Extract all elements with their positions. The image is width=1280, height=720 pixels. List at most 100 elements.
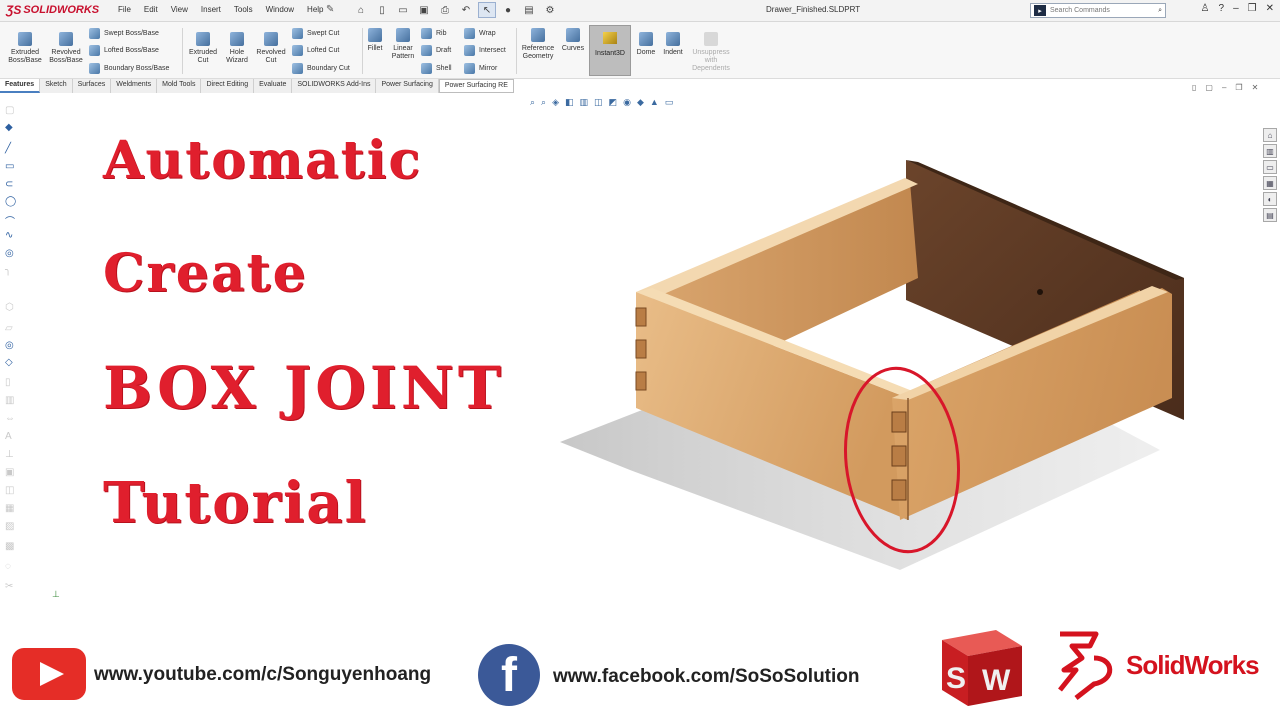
design-library-icon[interactable]: ▥: [1263, 144, 1277, 158]
lofted-cut-button[interactable]: Lofted Cut: [292, 45, 339, 56]
unsuppress-with-dependents-button[interactable]: Unsuppress with Dependents: [688, 32, 734, 73]
tab-weldments[interactable]: Weldments: [111, 79, 158, 93]
indent-button[interactable]: Indent: [660, 32, 686, 57]
open-folder-icon[interactable]: ▭: [394, 2, 412, 18]
intersect-button[interactable]: Intersect: [464, 45, 506, 56]
menu-insert[interactable]: Insert: [201, 5, 221, 14]
trim-icon[interactable]: ✂: [5, 581, 13, 592]
hide-show-icon[interactable]: ◉: [623, 97, 631, 108]
fillet-sketch-icon[interactable]: ╮: [5, 265, 11, 276]
user-icon[interactable]: ♙: [1201, 3, 1210, 14]
spline-icon[interactable]: ∿: [5, 230, 13, 241]
apply-scene-icon[interactable]: ▲: [650, 97, 659, 108]
search-scope-icon[interactable]: ▸: [1034, 5, 1046, 16]
tab-mold-tools[interactable]: Mold Tools: [157, 79, 202, 93]
revolved-boss-button[interactable]: Revolved Boss/Base: [47, 32, 85, 65]
hole-wizard-button[interactable]: Hole Wizard: [222, 32, 252, 65]
offset-icon[interactable]: ▯: [5, 377, 11, 388]
view-palette-icon[interactable]: ▦: [1263, 176, 1277, 190]
tab-solidworks-add-ins[interactable]: SOLIDWORKS Add-Ins: [292, 79, 377, 93]
zoom-to-fit-icon[interactable]: ⌕: [530, 97, 535, 108]
gear-icon[interactable]: ⚙: [541, 2, 559, 18]
quick-snaps-icon[interactable]: ◫: [5, 485, 14, 496]
boundary-boss-button[interactable]: Boundary Boss/Base: [89, 63, 169, 74]
wrap-button[interactable]: Wrap: [464, 28, 496, 39]
menu-window[interactable]: Window: [266, 5, 294, 14]
dynamic-annotation-icon[interactable]: ▥: [580, 97, 589, 108]
draft-button[interactable]: Draft: [421, 45, 451, 56]
tab-surfaces[interactable]: Surfaces: [72, 79, 112, 93]
viewport-restore-icon[interactable]: ▯: [1192, 83, 1196, 92]
youtube-logo-icon[interactable]: [12, 648, 86, 700]
rebuild-icon[interactable]: ●: [499, 2, 517, 18]
move-icon[interactable]: ⇔: [5, 413, 15, 424]
text-icon[interactable]: A: [5, 431, 12, 442]
appearances-icon[interactable]: ◐: [1263, 192, 1277, 206]
search-commands-box[interactable]: ▸ Search Commands ⌕: [1030, 3, 1166, 18]
menu-edit[interactable]: Edit: [144, 5, 158, 14]
swept-boss-button[interactable]: Swept Boss/Base: [89, 28, 159, 39]
extruded-cut-button[interactable]: Extruded Cut: [185, 32, 221, 65]
close-icon[interactable]: ✕: [1266, 3, 1274, 14]
print-icon[interactable]: ⎙: [436, 2, 454, 18]
pin-icon[interactable]: ✎: [326, 4, 334, 15]
undo-icon[interactable]: ↶: [457, 2, 475, 18]
viewport-new-icon[interactable]: ▢: [1205, 83, 1213, 92]
polygon-icon[interactable]: ⬡: [5, 302, 14, 313]
tab-evaluate[interactable]: Evaluate: [254, 79, 293, 93]
tab-features[interactable]: Features: [0, 79, 41, 93]
rectangle-icon[interactable]: ▭: [5, 161, 14, 172]
pattern-icon[interactable]: ▦: [5, 503, 14, 514]
solidworks-logo[interactable]: ƷS SOLIDWORKS: [6, 3, 99, 17]
slot-icon[interactable]: ⊂: [5, 179, 13, 190]
instant3d-button[interactable]: Instant3D: [589, 25, 631, 76]
shell-button[interactable]: Shell: [421, 63, 452, 74]
fillet-button[interactable]: Fillet: [364, 28, 386, 53]
previous-view-icon[interactable]: ◈: [552, 97, 559, 108]
mirror-button[interactable]: Mirror: [464, 63, 497, 74]
menu-view[interactable]: View: [171, 5, 188, 14]
curves-button[interactable]: Curves: [560, 28, 586, 53]
view-settings-icon[interactable]: ▭: [665, 97, 674, 108]
menu-help[interactable]: Help: [307, 5, 323, 14]
repair-icon[interactable]: ▣: [5, 467, 14, 478]
zoom-area-icon[interactable]: ⌕: [541, 97, 546, 108]
viewport-maximize-icon[interactable]: ❐: [1235, 83, 1242, 92]
rib-button[interactable]: Rib: [421, 28, 447, 39]
facebook-logo-icon[interactable]: f: [478, 644, 540, 706]
smart-dimension-icon[interactable]: ◆: [5, 122, 13, 133]
restore-icon[interactable]: ❐: [1248, 3, 1257, 14]
menu-tools[interactable]: Tools: [234, 5, 253, 14]
linear-pattern-button[interactable]: Linear Pattern: [388, 28, 418, 61]
save-icon[interactable]: ▣: [415, 2, 433, 18]
youtube-link[interactable]: www.youtube.com/c/Songuyenhoang: [94, 664, 431, 686]
circle-icon[interactable]: ◯: [5, 196, 16, 207]
section-view-icon[interactable]: ◧: [565, 97, 574, 108]
extruded-boss-button[interactable]: Extruded Boss/Base: [6, 32, 44, 65]
select-icon[interactable]: ↖: [478, 2, 496, 18]
viewport-close-icon[interactable]: ✕: [1252, 83, 1259, 92]
line-icon[interactable]: ╱: [5, 143, 11, 154]
tab-power-surfacing-re[interactable]: Power Surfacing RE: [438, 79, 514, 93]
dome-button[interactable]: Dome: [634, 32, 658, 57]
search-input[interactable]: Search Commands: [1050, 7, 1110, 14]
picture-icon[interactable]: ▩: [5, 541, 14, 552]
minimize-icon[interactable]: –: [1233, 3, 1239, 14]
tab-sketch[interactable]: Sketch: [40, 79, 73, 93]
file-explorer-icon[interactable]: ▭: [1263, 160, 1277, 174]
point-icon[interactable]: ◎: [5, 340, 14, 351]
display-style-icon[interactable]: ◩: [609, 97, 618, 108]
tab-direct-editing[interactable]: Direct Editing: [201, 79, 255, 93]
file-properties-icon[interactable]: ▤: [520, 2, 538, 18]
swept-cut-button[interactable]: Swept Cut: [292, 28, 339, 39]
menu-file[interactable]: File: [118, 5, 131, 14]
drawer-model-viewport[interactable]: [540, 150, 1200, 570]
help-icon[interactable]: ?: [1219, 3, 1225, 14]
view-orientation-icon[interactable]: ◫: [594, 97, 603, 108]
construction-icon[interactable]: ◇: [5, 357, 13, 368]
reference-geometry-button[interactable]: Reference Geometry: [518, 28, 558, 61]
solidworks-resources-icon[interactable]: ⌂: [1263, 128, 1277, 142]
edit-appearance-icon[interactable]: ◆: [637, 97, 644, 108]
viewport-minimize-icon[interactable]: –: [1222, 83, 1226, 92]
boundary-cut-button[interactable]: Boundary Cut: [292, 63, 350, 74]
